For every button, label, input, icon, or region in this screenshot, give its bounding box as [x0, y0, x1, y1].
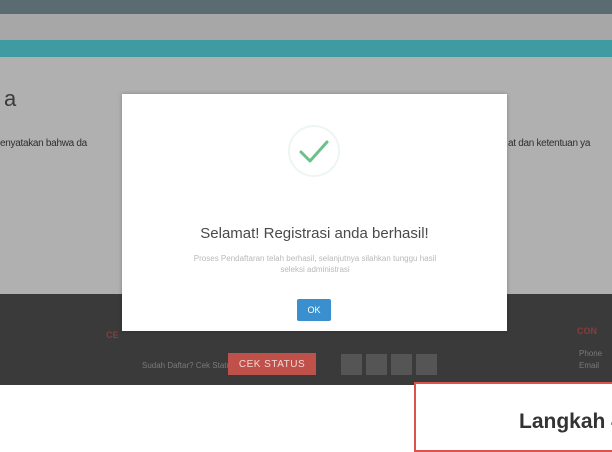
page-heading: a — [4, 86, 17, 111]
footer-label: CE — [106, 330, 119, 340]
statement-text-left: enyatakan bahwa da — [0, 138, 87, 149]
social-icon[interactable] — [341, 354, 362, 375]
app-screen: a enyatakan bahwa da at dan ketentuan ya… — [0, 0, 612, 385]
social-icon[interactable] — [366, 354, 387, 375]
footer-label-contact: CON — [577, 326, 597, 336]
step-callout: Langkah 4 — [414, 382, 612, 452]
statement-text-right: at dan ketentuan ya — [508, 138, 591, 149]
social-icon[interactable] — [391, 354, 412, 375]
step-label: Langkah 4 — [519, 410, 612, 433]
success-modal: Selamat! Registrasi anda berhasil! Prose… — [122, 94, 507, 331]
top-bar — [0, 0, 612, 14]
checkmark-icon — [288, 125, 340, 177]
modal-message: Proses Pendaftaran telah berhasil, selan… — [193, 254, 437, 274]
ok-button[interactable]: OK — [297, 299, 331, 321]
footer-contact-info: Phone Email — [579, 349, 603, 370]
modal-title: Selamat! Registrasi anda berhasil! — [200, 225, 429, 242]
social-icon[interactable] — [416, 354, 437, 375]
cek-status-button[interactable]: CEK STATUS — [228, 353, 316, 375]
header-area — [0, 14, 612, 40]
accent-bar — [0, 40, 612, 57]
footer-hint: Sudah Daftar? Cek Status — [142, 361, 235, 370]
